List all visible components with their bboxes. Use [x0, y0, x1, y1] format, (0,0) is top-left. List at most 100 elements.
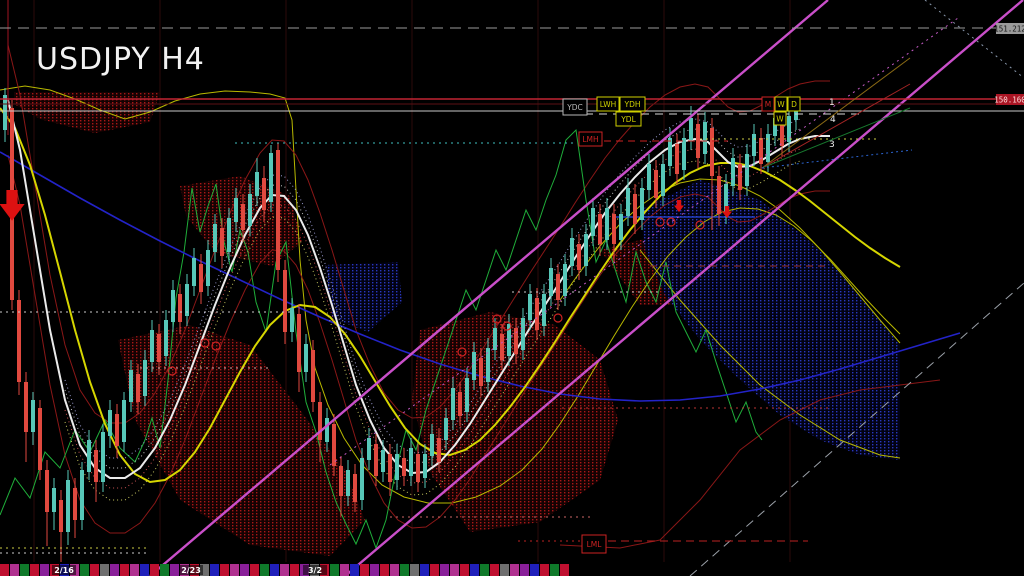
- candle-body: [661, 164, 665, 196]
- candle-body: [24, 382, 28, 432]
- price-label-text: 150.160: [994, 96, 1024, 105]
- timeline-block: [260, 564, 269, 576]
- candle-body: [52, 488, 56, 512]
- candle-body: [185, 284, 189, 316]
- candle-body: [598, 214, 602, 244]
- candle-body: [556, 274, 560, 300]
- timeline-block: [40, 564, 49, 576]
- timeline-block: [530, 564, 539, 576]
- candle-body: [297, 314, 301, 372]
- candle-body: [3, 95, 7, 130]
- candle-body: [703, 122, 707, 154]
- candle-body: [675, 144, 679, 174]
- candle-body: [80, 470, 84, 520]
- pivot-label-text: YDL: [620, 115, 636, 124]
- candle-body: [276, 150, 280, 270]
- candle-body: [136, 374, 140, 402]
- candle-body: [423, 454, 427, 478]
- candle-body: [472, 352, 476, 380]
- candle-body: [668, 138, 672, 166]
- date-label: 2/23: [181, 566, 201, 575]
- wave-number: 4: [830, 115, 836, 125]
- timeline-block: [370, 564, 379, 576]
- candle-body: [255, 172, 259, 196]
- candle-body: [206, 250, 210, 286]
- candle-body: [752, 134, 756, 156]
- candle-body: [430, 434, 434, 456]
- candle-body: [59, 500, 63, 532]
- timeline-block: [540, 564, 549, 576]
- candle-body: [780, 124, 784, 146]
- candle-body: [521, 318, 525, 350]
- candle-body: [129, 370, 133, 402]
- candle-body: [619, 214, 623, 240]
- candle-body: [374, 444, 378, 476]
- candle-body: [143, 360, 147, 396]
- candle-body: [682, 138, 686, 170]
- timeline-block: [170, 564, 179, 576]
- candle-body: [220, 228, 224, 256]
- timeline-block: [550, 564, 559, 576]
- candle-body: [605, 208, 609, 240]
- candle-body: [745, 154, 749, 186]
- candle-body: [290, 308, 294, 332]
- timeline-block: [80, 564, 89, 576]
- candle-body: [395, 454, 399, 480]
- candle-body: [402, 458, 406, 476]
- candle-body: [528, 294, 532, 320]
- timeline-block: [90, 564, 99, 576]
- candle-body: [689, 118, 693, 140]
- timeline-block: [410, 564, 419, 576]
- timeline-block: [160, 564, 169, 576]
- timeline-block: [510, 564, 519, 576]
- candle-body: [94, 450, 98, 482]
- candle-body: [577, 244, 581, 270]
- timeline-block: [350, 564, 359, 576]
- candle-body: [416, 454, 420, 482]
- candle-body: [87, 440, 91, 472]
- timeline-block: [30, 564, 39, 576]
- candle-body: [437, 438, 441, 462]
- timeline-block: [520, 564, 529, 576]
- price-label-text: 151.212: [994, 25, 1024, 34]
- candle-body: [444, 418, 448, 440]
- pivot-label-text: W: [777, 100, 785, 109]
- date-label: 3/2: [308, 566, 322, 575]
- candle-body: [101, 432, 105, 482]
- candle-body: [115, 414, 119, 446]
- candle-body: [766, 134, 770, 162]
- wave-number: 1: [829, 98, 835, 108]
- candle-body: [283, 270, 287, 332]
- candle-body: [192, 258, 196, 286]
- timeline-block: [380, 564, 389, 576]
- candle-body: [339, 466, 343, 496]
- candle-body: [325, 418, 329, 442]
- candle-body: [409, 448, 413, 476]
- timeline-block: [250, 564, 259, 576]
- candle-body: [654, 170, 658, 198]
- candle-body: [451, 388, 455, 420]
- price-chart-canvas[interactable]: 143YDCLWHYDHYDLMWDWLMHLML151.212150.1602…: [0, 0, 1024, 576]
- candle-body: [178, 294, 182, 322]
- candle-body: [584, 234, 588, 266]
- timeline-block: [560, 564, 569, 576]
- timeline-block: [110, 564, 119, 576]
- timeline-block: [240, 564, 249, 576]
- timeline-block: [420, 564, 429, 576]
- candle-body: [353, 474, 357, 502]
- candle-body: [542, 294, 546, 326]
- timeline-block: [500, 564, 509, 576]
- timeline-block: [20, 564, 29, 576]
- timeline-block: [220, 564, 229, 576]
- candle-body: [738, 164, 742, 190]
- pivot-label-text: YDH: [624, 100, 641, 109]
- pivot-label-text: M: [765, 100, 771, 109]
- candle-body: [199, 264, 203, 292]
- candle-body: [66, 480, 70, 532]
- candle-body: [731, 158, 735, 186]
- candle-body: [122, 400, 126, 442]
- timeline-block: [440, 564, 449, 576]
- candle-body: [108, 410, 112, 436]
- timeline-block: [140, 564, 149, 576]
- timeline-block: [230, 564, 239, 576]
